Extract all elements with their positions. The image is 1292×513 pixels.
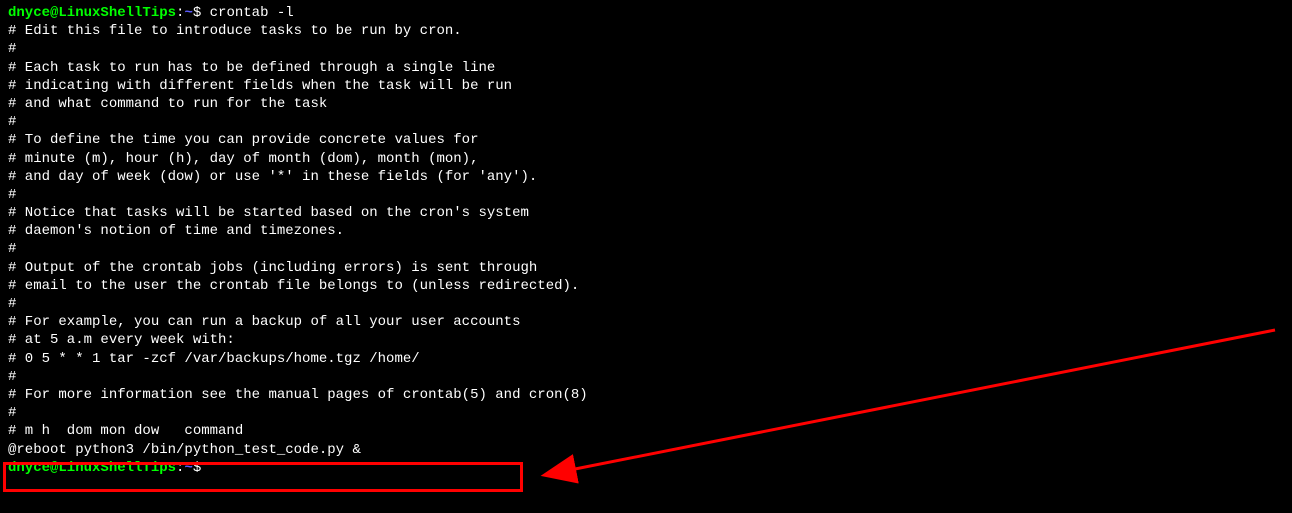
output-line: # [8, 186, 1284, 204]
output-line: # [8, 240, 1284, 258]
output-line: # email to the user the crontab file bel… [8, 277, 1284, 295]
prompt-path: ~ [184, 5, 192, 21]
prompt-line-2[interactable]: dnyce@LinuxShellTips:~$ [8, 459, 1284, 477]
output-line: # and what command to run for the task [8, 95, 1284, 113]
output-line: # For more information see the manual pa… [8, 386, 1284, 404]
output-line: # at 5 a.m every week with: [8, 331, 1284, 349]
output-line: # and day of week (dow) or use '*' in th… [8, 168, 1284, 186]
output-line: # Output of the crontab jobs (including … [8, 259, 1284, 277]
prompt-path: ~ [184, 460, 192, 476]
output-line: # daemon's notion of time and timezones. [8, 222, 1284, 240]
output-line: # [8, 368, 1284, 386]
output-line: # [8, 295, 1284, 313]
command-text: crontab -l [210, 5, 294, 21]
output-line: # [8, 113, 1284, 131]
output-line: # minute (m), hour (h), day of month (do… [8, 150, 1284, 168]
prompt-dollar: $ [193, 5, 210, 21]
output-line: # Edit this file to introduce tasks to b… [8, 22, 1284, 40]
output-line: # m h dom mon dow command [8, 422, 1284, 440]
output-line: # indicating with different fields when … [8, 77, 1284, 95]
output-line: # Each task to run has to be defined thr… [8, 59, 1284, 77]
output-line: # For example, you can run a backup of a… [8, 313, 1284, 331]
output-line: # 0 5 * * 1 tar -zcf /var/backups/home.t… [8, 350, 1284, 368]
prompt-dollar: $ [193, 460, 210, 476]
prompt-line-1[interactable]: dnyce@LinuxShellTips:~$ crontab -l [8, 4, 1284, 22]
output-line: # To define the time you can provide con… [8, 131, 1284, 149]
prompt-user: dnyce@LinuxShellTips [8, 5, 176, 21]
prompt-user: dnyce@LinuxShellTips [8, 460, 176, 476]
output-line: # [8, 404, 1284, 422]
output-line: # Notice that tasks will be started base… [8, 204, 1284, 222]
output-line-crontab-entry: @reboot python3 /bin/python_test_code.py… [8, 441, 1284, 459]
output-line: # [8, 40, 1284, 58]
